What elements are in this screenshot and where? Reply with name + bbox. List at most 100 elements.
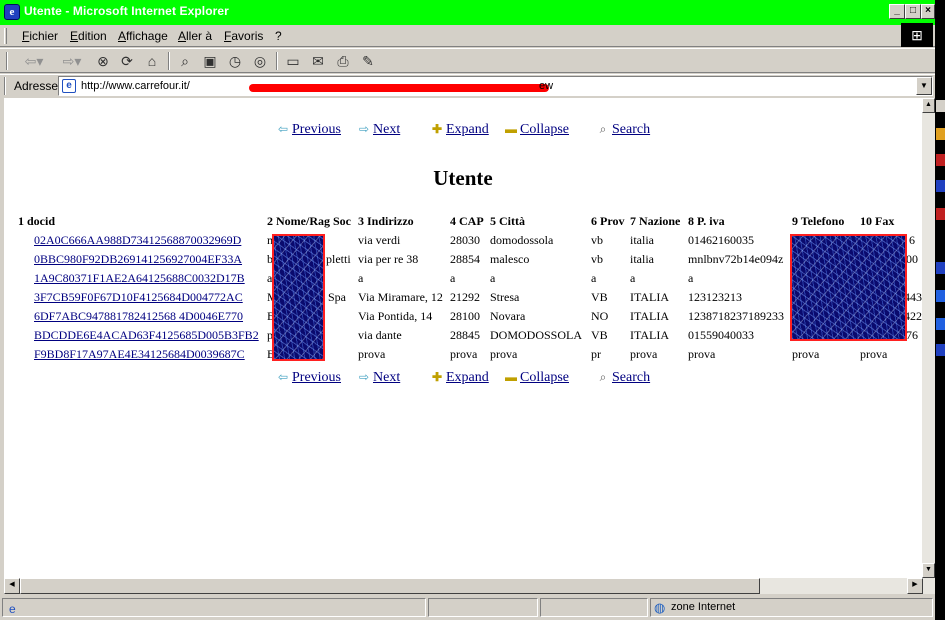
column-header-nazione[interactable]: 7 Nazione [630,214,680,229]
table-cell-prov: vb [591,252,603,266]
minimize-button[interactable]: _ [889,4,905,19]
taskbar-app-icon[interactable] [936,128,945,140]
scroll-up-icon[interactable]: ▲ [922,98,935,113]
table-cell-fax: prova [860,347,888,361]
table-cell-cap: a [450,271,456,285]
status-message-pane: e [2,598,426,617]
table-row-docid[interactable]: 1A9C80371F1AE2A64125688C0032D17B [34,271,245,286]
table-cell-citta: prova [490,347,518,361]
scroll-left-icon[interactable]: ◀ [4,578,20,594]
table-cell-cap: 28845 [450,328,480,342]
search-link[interactable]: ⌕ Search [594,122,650,138]
horizontal-scroll-thumb[interactable] [20,578,760,594]
column-header-telefono[interactable]: 9 Telefono [792,214,844,229]
expand-link[interactable]: ✚ Expand [428,370,489,386]
table-cell-piva: 01462160035 [688,233,754,247]
table-cell-citta: a [490,271,496,285]
scroll-right-icon[interactable]: ▶ [907,578,923,594]
taskbar-app-icon[interactable] [936,154,945,166]
column-header-cap[interactable]: 4 CAP [450,214,484,229]
menu-favoris[interactable]: Favoris [224,29,263,43]
menu-affichage[interactable]: Affichage [118,29,168,43]
table-row-docid[interactable]: BDCDDE6E4ACAD63F4125685D005B3FB2 [34,328,259,343]
next-link[interactable]: ⇨ Next [355,122,400,138]
table-cell-piva: mnlbnv72b14e094z [688,252,784,266]
horizontal-scrollbar[interactable]: ◀ ▶ [4,578,935,594]
search-link[interactable]: ⌕ Search [594,370,650,386]
previous-label[interactable]: Previous [292,122,341,137]
previous-link[interactable]: ⇦ Previous [274,122,341,138]
expand-label[interactable]: Expand [446,370,489,385]
edit-icon[interactable]: ✎ [359,52,377,70]
column-header-piva[interactable]: 8 P. iva [688,214,725,229]
history-icon[interactable]: ◷ [226,52,244,70]
column-header-fax[interactable]: 10 Fax [860,214,894,229]
search-label[interactable]: Search [612,122,650,137]
table-row-docid[interactable]: 0BBC980F92DB269141256927004EF33A [34,252,242,267]
taskbar-app-icon[interactable] [936,318,945,330]
close-button[interactable]: × [921,4,935,19]
next-link[interactable]: ⇨ Next [355,370,400,386]
column-header-citta[interactable]: 5 Città [490,214,525,229]
taskbar-app-icon[interactable] [936,180,945,192]
back-icon[interactable]: ⇦▾ [20,52,48,70]
vertical-scrollbar[interactable]: ▲ ▼ [922,98,935,578]
refresh-icon[interactable]: ⟳ [118,52,136,70]
expand-link[interactable]: ✚ Expand [428,122,489,138]
collapse-label[interactable]: Collapse [520,122,569,137]
title-bar[interactable]: e Utente - Microsoft Internet Explorer _… [0,0,935,25]
favorites-icon[interactable]: ▣ [201,52,219,70]
table-row-docid[interactable]: 3F7CB59F0F67D10F4125684D004772AC [34,290,243,305]
toolbar-separator [276,52,278,70]
table-cell-indirizzo: a [358,271,364,285]
mail-icon[interactable]: ✉ [309,52,327,70]
page-icon: e [62,79,76,93]
next-label[interactable]: Next [373,122,400,137]
taskbar-app-icon[interactable] [936,208,945,220]
previous-label[interactable]: Previous [292,370,341,385]
taskbar-app-icon[interactable] [936,344,945,356]
table-row-docid[interactable]: 02A0C666AA988D73412568870032969D [34,233,241,248]
next-label[interactable]: Next [373,370,400,385]
home-icon[interactable]: ⌂ [143,52,161,70]
chevron-down-icon[interactable]: ▼ [916,77,932,95]
table-row-docid[interactable]: 6DF7ABC947881782412568 4D0046E770 [34,309,243,324]
column-header-docid[interactable]: 1 docid [18,214,55,229]
table-cell-citta: DOMODOSSOLA [490,328,583,342]
page-title: Utente [433,166,493,190]
column-header-prov[interactable]: 6 Prov [591,214,624,229]
menu-aller-a[interactable]: Aller à [178,29,212,43]
table-cell-nome-tail: pletti [326,252,351,266]
search-icon[interactable]: ⌕ [176,52,194,70]
stop-icon[interactable]: ⊗ [94,52,112,70]
menu-fichier[interactable]: Fichier [22,29,58,43]
taskbar-app-icon[interactable] [936,290,945,302]
taskbar-app-icon[interactable] [936,100,945,112]
fullscreen-icon[interactable]: ▭ [284,52,302,70]
scroll-down-icon[interactable]: ▼ [922,563,935,578]
collapse-link[interactable]: ▬ Collapse [502,122,569,138]
window-title: Utente - Microsoft Internet Explorer [24,4,229,18]
address-input[interactable]: e http://www.carrefour.it/ ew ▼ [58,76,933,96]
address-grip [4,77,6,95]
collapse-link[interactable]: ▬ Collapse [502,370,569,386]
previous-link[interactable]: ⇦ Previous [274,370,341,386]
minus-icon: ▬ [505,122,517,136]
search-label[interactable]: Search [612,370,650,385]
table-cell-cap: prova [450,347,478,361]
menu-help[interactable]: ? [275,29,282,43]
taskbar-app-icon[interactable] [936,262,945,274]
collapse-label[interactable]: Collapse [520,370,569,385]
table-row-docid[interactable]: F9BD8F17A97AE4E34125684D0039687C [34,347,245,362]
address-label: Adresse [14,79,59,93]
menu-edition[interactable]: Edition [70,29,107,43]
expand-label[interactable]: Expand [446,122,489,137]
print-icon[interactable]: ⎙ [334,52,352,70]
table-cell-citta: malesco [490,252,530,266]
table-cell-nome-tail: Spa [328,290,346,304]
column-header-indirizzo[interactable]: 3 Indirizzo [358,214,414,229]
maximize-button[interactable]: □ [905,4,921,19]
column-header-nome[interactable]: 2 Nome/Rag Soc [267,214,351,229]
channels-icon[interactable]: ◎ [251,52,269,70]
forward-icon[interactable]: ⇨▾ [58,52,86,70]
